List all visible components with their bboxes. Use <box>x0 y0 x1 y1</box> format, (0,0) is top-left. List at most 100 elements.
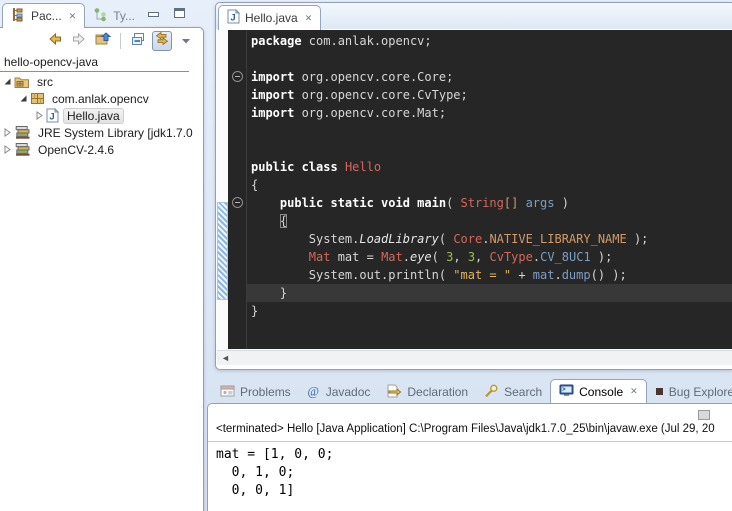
code-line[interactable] <box>251 122 732 140</box>
javadoc-icon: @ <box>307 384 321 401</box>
close-icon[interactable]: ✕ <box>630 387 638 396</box>
problems-icon <box>220 384 235 401</box>
tab-declaration[interactable]: Declaration <box>378 381 476 403</box>
code-line[interactable]: { <box>251 176 732 194</box>
tab-bug-explorer[interactable]: Bug Explorer <box>647 381 732 403</box>
tab-search[interactable]: Search <box>476 381 550 403</box>
code-line[interactable]: System.out.println( "mat = " + mat.dump(… <box>251 266 732 284</box>
eclipse-workbench: Pac... ✕ Ty... hello-opencv-java src com.an… <box>0 0 732 511</box>
tab-package-explorer[interactable]: Pac... ✕ <box>2 3 85 28</box>
code-line[interactable] <box>251 320 732 338</box>
svg-text:@: @ <box>307 384 319 398</box>
code-line[interactable]: import org.opencv.core.CvType; <box>251 86 732 104</box>
code-line[interactable]: } <box>251 302 732 320</box>
folding-gutter[interactable] <box>228 30 247 349</box>
console-view: Problems@JavadocDeclarationSearchConsole… <box>207 379 732 511</box>
tab-javadoc[interactable]: @ Javadoc <box>299 381 379 403</box>
maximize-icon[interactable] <box>174 8 185 18</box>
code-text[interactable]: package com.anlak.opencv; import org.open… <box>247 30 732 349</box>
forward-button[interactable] <box>69 31 89 51</box>
code-editor[interactable]: package com.anlak.opencv; import org.open… <box>217 30 732 349</box>
close-icon[interactable]: ✕ <box>305 14 313 23</box>
link-with-editor-button[interactable] <box>152 31 172 51</box>
editor-area: J Hello.java ✕ package com.anlak.opencv;… <box>215 2 732 370</box>
project-tree: hello-opencv-java src com.anlak.opencv J He… <box>0 54 203 158</box>
tree-item-com.anlak.opencv[interactable]: com.anlak.opencv <box>0 90 203 107</box>
java-file-icon: J <box>227 9 240 27</box>
expanded-arrow-icon[interactable] <box>2 77 12 86</box>
up-button[interactable] <box>93 31 113 51</box>
collapse-all-icon <box>130 31 146 52</box>
view-menu-icon <box>181 32 191 50</box>
declaration-icon <box>386 384 402 401</box>
code-line[interactable] <box>251 50 732 68</box>
forward-icon <box>71 31 87 52</box>
tree-item-opencv-2.4.6[interactable]: OpenCV-2.4.6 <box>0 141 203 158</box>
minimize-icon[interactable] <box>148 12 159 17</box>
fold-collapse-icon[interactable] <box>232 71 243 82</box>
tab-console[interactable]: Console ✕ <box>550 379 647 403</box>
back-icon <box>47 31 63 52</box>
editor-tab-hello-java[interactable]: J Hello.java ✕ <box>218 5 321 30</box>
tab-label: Problems <box>240 385 291 399</box>
up-folder-icon <box>95 31 111 52</box>
code-line[interactable] <box>251 338 732 349</box>
code-line[interactable]: package com.anlak.opencv; <box>251 32 732 50</box>
code-line[interactable] <box>251 140 732 158</box>
code-line[interactable]: { <box>251 212 732 230</box>
svg-text:J: J <box>230 13 235 24</box>
close-icon[interactable]: ✕ <box>69 12 77 21</box>
expanded-arrow-icon[interactable] <box>18 94 28 103</box>
jfile-icon: J <box>46 108 59 123</box>
code-line[interactable]: } <box>247 284 732 302</box>
back-button[interactable] <box>45 31 65 51</box>
collapsed-arrow-icon[interactable] <box>2 145 12 154</box>
editor-tab-strip: J Hello.java ✕ <box>216 3 732 29</box>
tab-label: Declaration <box>407 385 468 399</box>
console-process-label: <terminated> Hello [Java Application] C:… <box>216 423 732 435</box>
collapsed-arrow-icon[interactable] <box>2 128 12 137</box>
tree-item-label: OpenCV-2.4.6 <box>35 143 117 157</box>
annotation-ruler[interactable] <box>217 30 228 349</box>
tab-label: Console <box>579 385 623 399</box>
library-icon <box>14 125 31 140</box>
collapsed-arrow-icon[interactable] <box>34 111 44 120</box>
square-icon <box>655 385 664 399</box>
selection-range-indicator <box>217 202 228 300</box>
tree-item-hello.java[interactable]: J Hello.java <box>0 107 203 124</box>
tree-item-label: com.anlak.opencv <box>49 92 152 106</box>
fold-collapse-icon[interactable] <box>232 197 243 208</box>
console-icon-icon <box>559 384 574 400</box>
horizontal-scrollbar[interactable]: ◄ <box>217 350 732 365</box>
divider <box>0 71 189 72</box>
tree-item-src[interactable]: src <box>0 73 203 90</box>
tree-item-jre[interactable]: JRE System Library [jdk1.7.0 <box>0 124 203 141</box>
explorer-toolbar <box>0 28 203 54</box>
code-line[interactable]: public class Hello <box>251 158 732 176</box>
console-output-line: 0, 1, 0; <box>216 464 333 482</box>
console-panel: <terminated> Hello [Java Application] C:… <box>207 403 732 511</box>
tree-root-project[interactable]: hello-opencv-java <box>0 54 203 70</box>
tree-item-label: Hello.java <box>63 108 124 124</box>
tab-label: Javadoc <box>326 385 371 399</box>
tab-problems[interactable]: Problems <box>212 381 299 403</box>
tree-item-label: JRE System Library [jdk1.7.0 <box>35 126 196 140</box>
code-line[interactable]: System.LoadLibrary( Core.NATIVE_LIBRARY_… <box>251 230 732 248</box>
view-menu-button[interactable] <box>176 31 196 51</box>
tab-type-hierarchy[interactable]: Ty... <box>85 3 143 28</box>
type-hierarchy-icon <box>93 7 108 25</box>
tab-label: Pac... <box>31 9 62 23</box>
console-output-line: 0, 0, 1] <box>216 482 333 500</box>
editor-tab-label: Hello.java <box>245 11 298 25</box>
code-line[interactable]: public static void main( String[] args ) <box>251 194 732 212</box>
code-line[interactable]: import org.opencv.core.Core; <box>251 68 732 86</box>
tab-label: Bug Explorer <box>669 385 732 399</box>
collapse-all-button[interactable] <box>128 31 148 51</box>
console-toolbar-button[interactable] <box>698 410 710 420</box>
code-line[interactable]: Mat mat = Mat.eye( 3, 3, CvType.CV_8UC1 … <box>251 248 732 266</box>
scroll-left-icon[interactable]: ◄ <box>221 353 230 363</box>
package-icon <box>30 92 45 105</box>
console-tab-strip: Problems@JavadocDeclarationSearchConsole… <box>207 379 732 403</box>
package-explorer-view: Pac... ✕ Ty... hello-opencv-java src com.an… <box>0 0 212 511</box>
code-line[interactable]: import org.opencv.core.Mat; <box>251 104 732 122</box>
